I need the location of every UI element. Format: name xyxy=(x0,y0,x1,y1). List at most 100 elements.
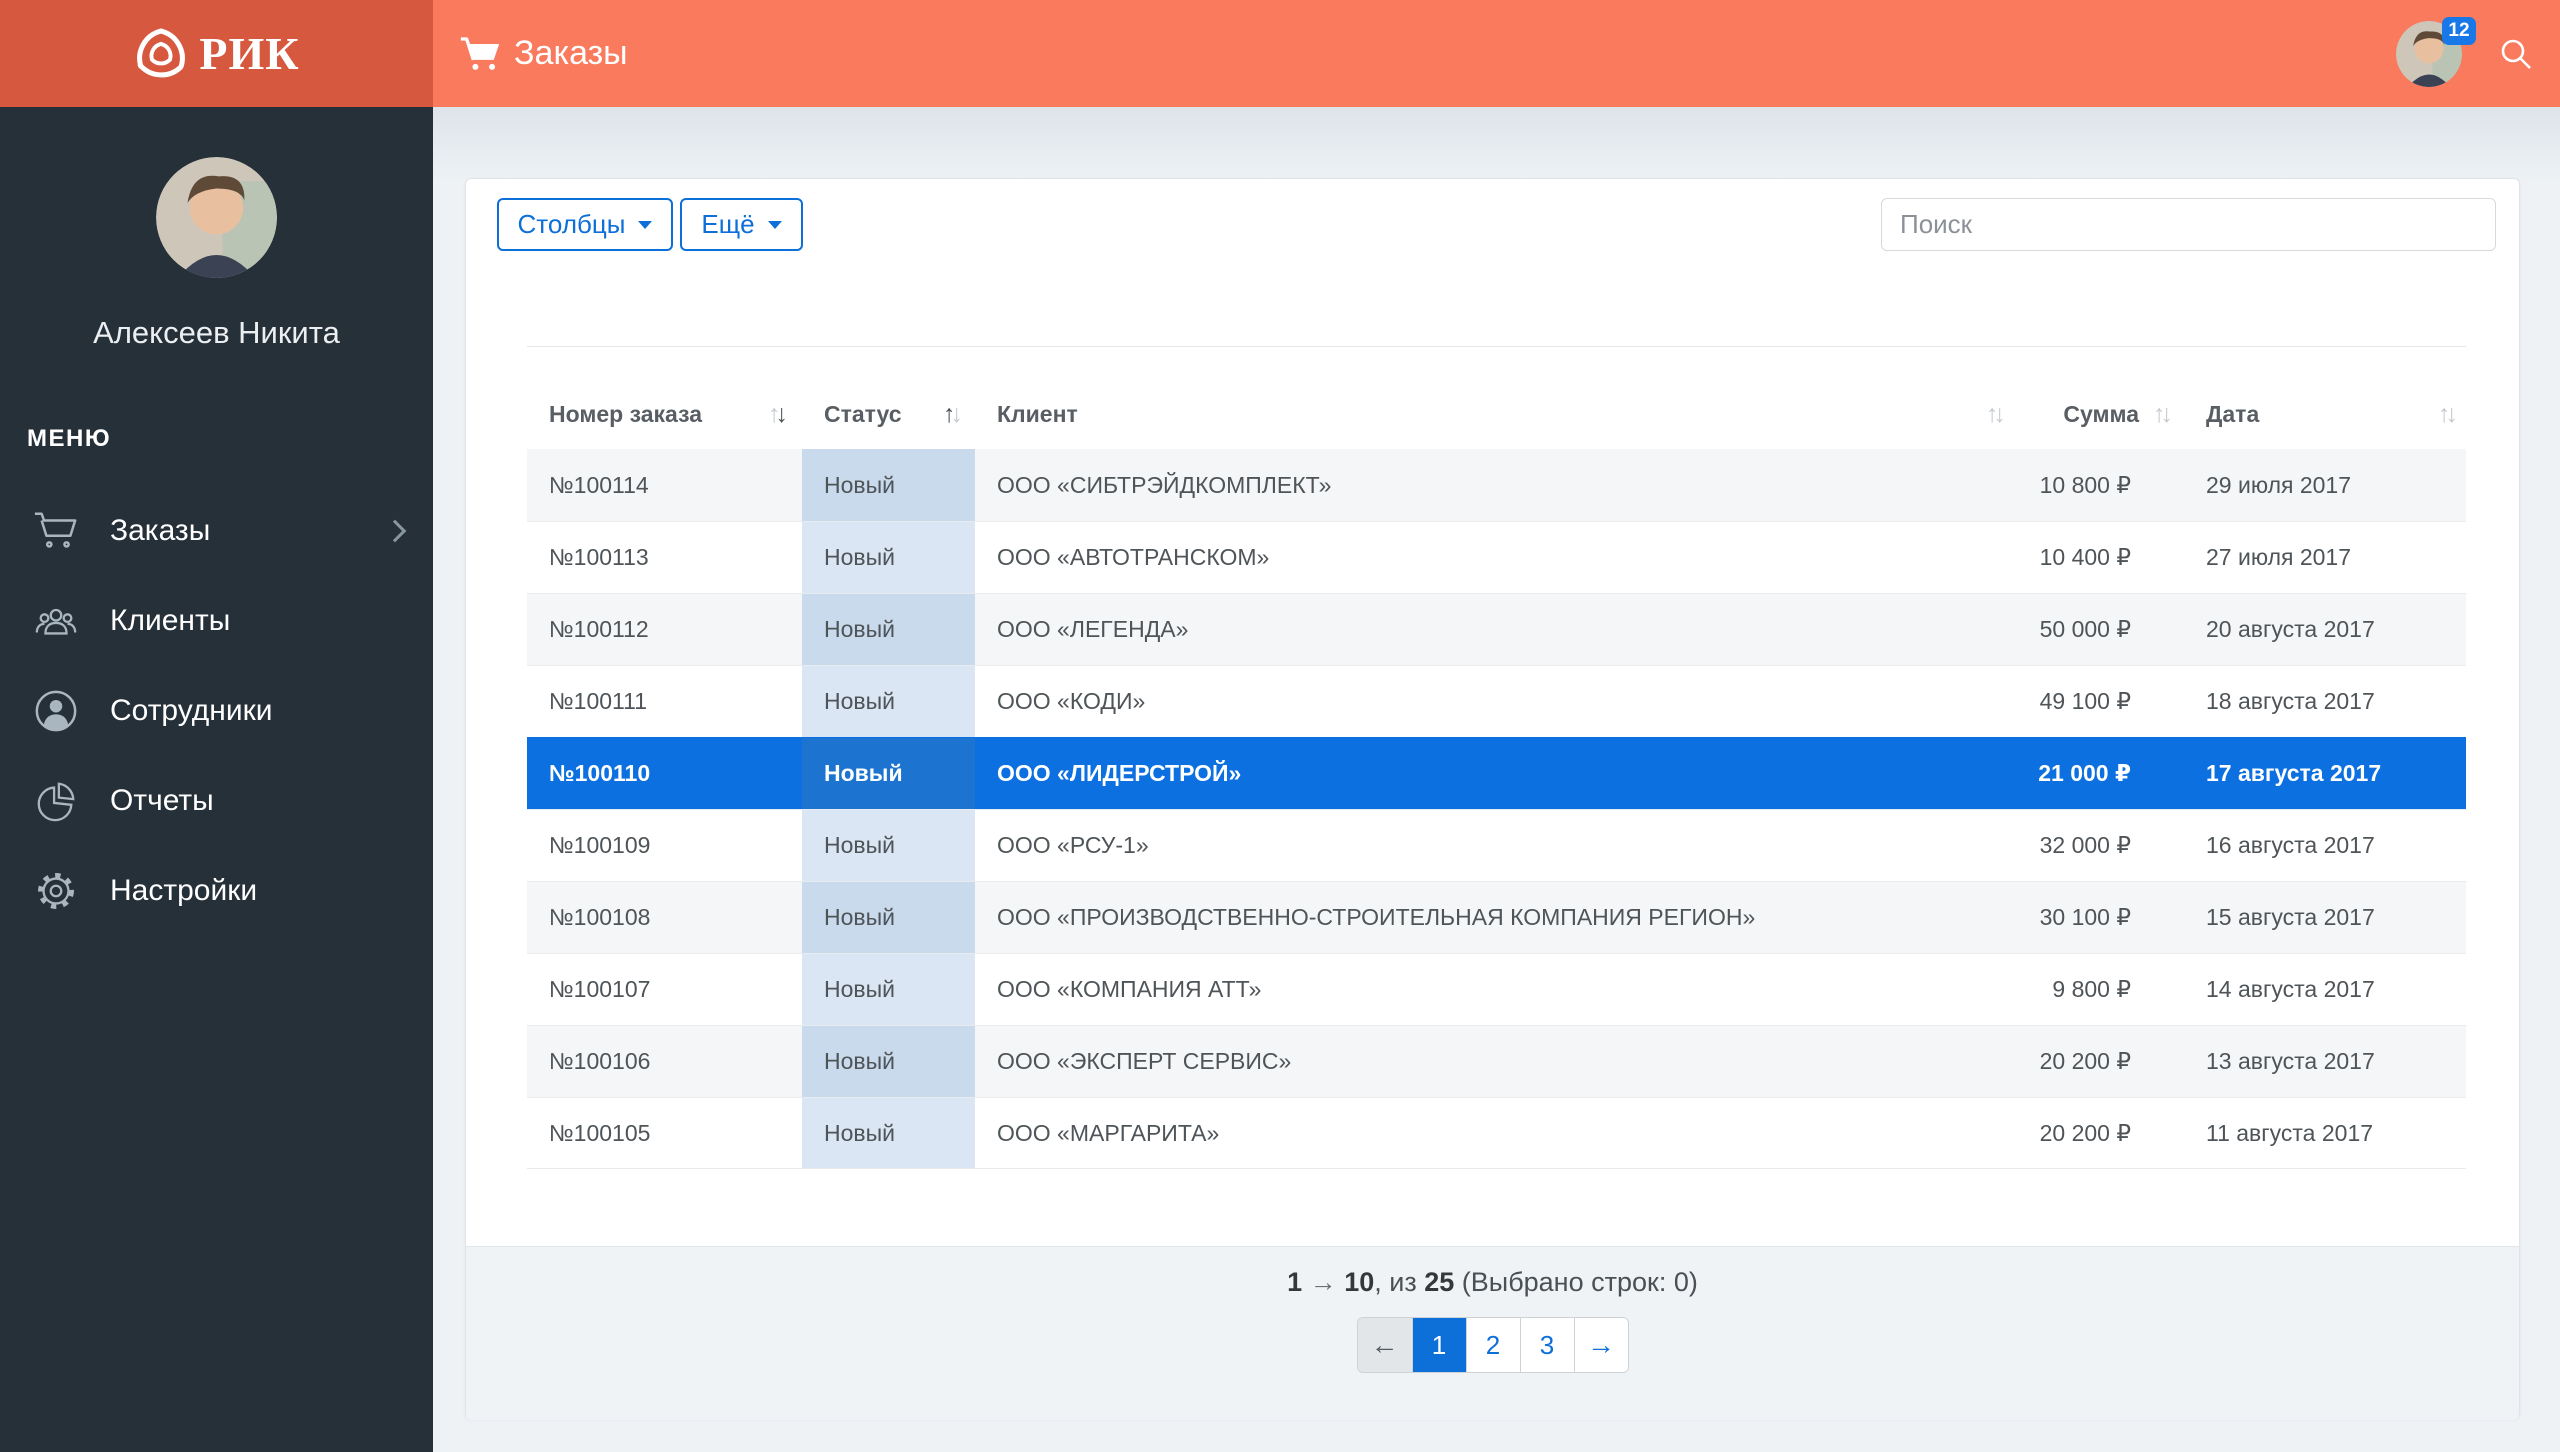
more-button-label: Ещё xyxy=(701,209,754,240)
chevron-down-icon xyxy=(768,221,782,236)
order-number: №100108 xyxy=(527,882,802,953)
order-date: 20 августа 2017 xyxy=(2175,594,2466,665)
order-number: №100112 xyxy=(527,594,802,665)
client-name: ООО «КОМПАНИЯ АТТ» xyxy=(975,954,2010,1025)
table-footer: 1 → 10, из 25 (Выбрано строк: 0) ← 1 2 3… xyxy=(466,1246,2519,1420)
sort-icon[interactable]: ↑↓ xyxy=(2438,402,2458,427)
pagination: ← 1 2 3 → xyxy=(1357,1317,1629,1373)
summary-of: , из xyxy=(1374,1267,1424,1297)
cart-icon xyxy=(33,508,79,554)
table-row[interactable]: №100111 Новый ООО «КОДИ» 49 100 ₽ 18 авг… xyxy=(527,665,2466,737)
pagination-next-button[interactable]: → xyxy=(1574,1318,1628,1372)
sort-icon[interactable]: ↑↓ xyxy=(1986,402,2006,427)
client-name: ООО «МАРГАРИТА» xyxy=(975,1098,2010,1168)
column-header-client[interactable]: Клиент ↑↓ xyxy=(975,379,2010,449)
order-number: №100111 xyxy=(527,666,802,737)
summary-selected: (Выбрано строк: 0) xyxy=(1454,1267,1698,1297)
sort-icon[interactable]: ↑↓ xyxy=(768,402,788,427)
order-number: №100113 xyxy=(527,522,802,593)
table-row[interactable]: №100108 Новый ООО «ПРОИЗВОДСТВЕННО-СТРОИ… xyxy=(527,881,2466,953)
arrow-left-icon: ← xyxy=(1371,1329,1399,1361)
order-amount: 32 000 ₽ xyxy=(2010,810,2175,881)
order-amount: 20 200 ₽ xyxy=(2010,1026,2175,1097)
client-name: ООО «ЭКСПЕРТ СЕРВИС» xyxy=(975,1026,2010,1097)
table-row[interactable]: №100107 Новый ООО «КОМПАНИЯ АТТ» 9 800 ₽… xyxy=(527,953,2466,1025)
columns-button-label: Столбцы xyxy=(518,209,626,240)
order-amount: 50 000 ₽ xyxy=(2010,594,2175,665)
table-row[interactable]: №100109 Новый ООО «РСУ-1» 32 000 ₽ 16 ав… xyxy=(527,809,2466,881)
order-amount: 49 100 ₽ xyxy=(2010,666,2175,737)
sidebar-item-reports[interactable]: Отчеты xyxy=(0,756,433,846)
sidebar-avatar[interactable] xyxy=(156,157,277,278)
status-badge: Новый xyxy=(802,882,975,953)
notification-badge[interactable]: 12 xyxy=(2442,17,2476,45)
client-name: ООО «РСУ-1» xyxy=(975,810,2010,881)
table-row[interactable]: №100112 Новый ООО «ЛЕГЕНДА» 50 000 ₽ 20 … xyxy=(527,593,2466,665)
order-date: 11 августа 2017 xyxy=(2175,1098,2466,1168)
column-label: Статус xyxy=(824,401,902,428)
settings-icon xyxy=(33,868,79,914)
columns-button[interactable]: Столбцы xyxy=(497,198,673,251)
table-row[interactable]: №100105 Новый ООО «МАРГАРИТА» 20 200 ₽ 1… xyxy=(527,1097,2466,1169)
page-header: Заказы xyxy=(460,0,628,107)
sidebar-menu: Заказы Клиенты Сотрудники xyxy=(0,486,433,936)
column-header-status[interactable]: Статус ↑↓ xyxy=(802,379,975,449)
pagination-page-2[interactable]: 2 xyxy=(1466,1318,1520,1372)
order-amount: 10 400 ₽ xyxy=(2010,522,2175,593)
column-header-date[interactable]: Дата ↑↓ xyxy=(2175,379,2466,449)
client-name: ООО «АВТОТРАНСКОМ» xyxy=(975,522,2010,593)
sort-icon[interactable]: ↑↓ xyxy=(943,402,963,427)
sidebar-item-orders[interactable]: Заказы xyxy=(0,486,433,576)
column-label: Сумма xyxy=(2063,401,2139,428)
order-number: №100105 xyxy=(527,1098,802,1168)
arrow-right-icon: → xyxy=(1587,1329,1615,1361)
search-icon[interactable] xyxy=(2498,36,2534,72)
search-input[interactable] xyxy=(1881,198,2496,251)
sidebar-item-settings[interactable]: Настройки xyxy=(0,846,433,936)
summary-to: 10 xyxy=(1344,1267,1374,1297)
column-header-amount[interactable]: Сумма ↑↓ xyxy=(2010,379,2175,449)
brand-shield-icon xyxy=(133,26,189,82)
column-header-number[interactable]: Номер заказа ↑↓ xyxy=(527,379,802,449)
orders-card: Столбцы Ещё Номер заказа ↑↓ Статус ↑↓ Кл… xyxy=(465,178,2520,1419)
order-amount: 10 800 ₽ xyxy=(2010,449,2175,521)
sidebar-user-name: Алексеев Никита xyxy=(0,315,433,351)
order-number: №100106 xyxy=(527,1026,802,1097)
client-name: ООО «КОДИ» xyxy=(975,666,2010,737)
sidebar-item-label: Клиенты xyxy=(110,604,230,638)
table-row[interactable]: №100110 Новый ООО «ЛИДЕРСТРОЙ» 21 000 ₽ … xyxy=(527,737,2466,809)
status-badge: Новый xyxy=(802,954,975,1025)
pagination-prev-button[interactable]: ← xyxy=(1358,1318,1412,1372)
order-date: 15 августа 2017 xyxy=(2175,882,2466,953)
order-number: №100110 xyxy=(527,738,802,809)
top-bar: РИК Заказы 12 xyxy=(0,0,2560,107)
sidebar-item-label: Сотрудники xyxy=(110,694,273,728)
table-row[interactable]: №100114 Новый ООО «СИБТРЭЙДКОМПЛЕКТ» 10 … xyxy=(527,449,2466,521)
sidebar-item-employees[interactable]: Сотрудники xyxy=(0,666,433,756)
table-row[interactable]: №100113 Новый ООО «АВТОТРАНСКОМ» 10 400 … xyxy=(527,521,2466,593)
user-avatar[interactable]: 12 xyxy=(2396,21,2462,87)
more-button[interactable]: Ещё xyxy=(680,198,803,251)
status-badge: Новый xyxy=(802,522,975,593)
table-row[interactable]: №100106 Новый ООО «ЭКСПЕРТ СЕРВИС» 20 20… xyxy=(527,1025,2466,1097)
pagination-page-1[interactable]: 1 xyxy=(1412,1318,1466,1372)
pagination-page-3[interactable]: 3 xyxy=(1520,1318,1574,1372)
chevron-down-icon xyxy=(638,221,652,236)
page-title: Заказы xyxy=(514,34,628,73)
column-label: Клиент xyxy=(997,401,1078,428)
employee-icon xyxy=(33,688,79,734)
order-date: 13 августа 2017 xyxy=(2175,1026,2466,1097)
brand-logo[interactable]: РИК xyxy=(0,0,433,107)
table-header: Номер заказа ↑↓ Статус ↑↓ Клиент ↑↓ Сумм… xyxy=(527,379,2466,449)
table-body: №100114 Новый ООО «СИБТРЭЙДКОМПЛЕКТ» 10 … xyxy=(527,449,2466,1169)
menu-caption: МЕНЮ xyxy=(27,425,111,453)
order-amount: 30 100 ₽ xyxy=(2010,882,2175,953)
topbar-right: 12 xyxy=(2396,0,2534,107)
sort-icon[interactable]: ↑↓ xyxy=(2153,402,2173,427)
order-date: 29 июля 2017 xyxy=(2175,449,2466,521)
sidebar-item-clients[interactable]: Клиенты xyxy=(0,576,433,666)
order-number: №100109 xyxy=(527,810,802,881)
status-badge: Новый xyxy=(802,666,975,737)
status-badge: Новый xyxy=(802,738,975,809)
sidebar-item-label: Настройки xyxy=(110,874,257,908)
